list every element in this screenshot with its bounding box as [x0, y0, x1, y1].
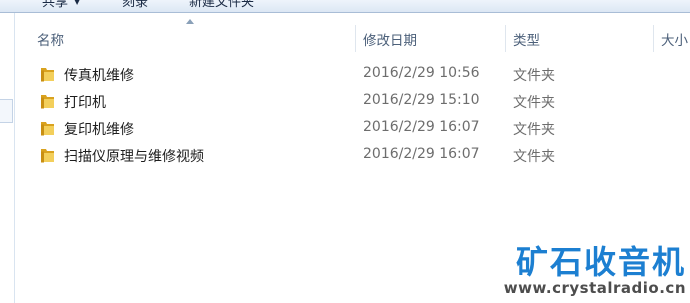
column-header-size[interactable]: 大小 [661, 29, 688, 49]
folder-icon [41, 122, 54, 136]
command-bar: 共享 ▼ 刻录 新建文件夹 [0, 0, 690, 13]
column-header-date[interactable]: 修改日期 [363, 29, 417, 49]
column-divider[interactable] [653, 25, 654, 52]
folder-icon [41, 68, 54, 82]
file-type: 文件夹 [513, 68, 555, 84]
column-header-name[interactable]: 名称 [37, 29, 64, 49]
column-header-type[interactable]: 类型 [513, 29, 540, 49]
new-folder-button[interactable]: 新建文件夹 [185, 0, 258, 10]
file-type: 文件夹 [513, 95, 555, 111]
column-header-row: 名称 修改日期 类型 大小 [15, 13, 690, 52]
chevron-down-icon: ▼ [74, 0, 81, 6]
list-item[interactable]: 复印机维修 2016/2/29 16:07 文件夹 [15, 115, 690, 142]
file-date: 2016/2/29 10:56 [363, 65, 480, 81]
file-name: 传真机维修 [64, 68, 134, 84]
sort-ascending-icon [186, 19, 194, 24]
navigation-selected-item[interactable] [0, 99, 13, 123]
column-divider[interactable] [505, 25, 506, 52]
file-date: 2016/2/29 16:07 [363, 146, 480, 162]
list-item[interactable]: 扫描仪原理与维修视频 2016/2/29 16:07 文件夹 [15, 142, 690, 169]
navigation-pane[interactable] [0, 13, 15, 303]
watermark-chinese-text: 矿石收音机 [515, 243, 686, 281]
folder-icon [41, 149, 54, 163]
list-item[interactable]: 传真机维修 2016/2/29 10:56 文件夹 [15, 61, 690, 88]
share-label: 共享 [42, 0, 69, 10]
file-date: 2016/2/29 15:10 [363, 92, 480, 108]
file-name: 扫描仪原理与维修视频 [64, 149, 204, 165]
share-menu-button[interactable]: 共享 ▼ [38, 0, 84, 10]
file-type: 文件夹 [513, 122, 555, 138]
burn-button[interactable]: 刻录 [118, 0, 152, 10]
watermark: 矿石收音机 www.crystalradio.cn [504, 233, 690, 303]
file-name: 打印机 [64, 95, 106, 111]
file-date: 2016/2/29 16:07 [363, 119, 480, 135]
file-type: 文件夹 [513, 149, 555, 165]
folder-icon [41, 95, 54, 109]
column-divider[interactable] [355, 25, 356, 52]
watermark-url: www.crystalradio.cn [503, 279, 686, 297]
file-name: 复印机维修 [64, 122, 134, 138]
list-item[interactable]: 打印机 2016/2/29 15:10 文件夹 [15, 88, 690, 115]
